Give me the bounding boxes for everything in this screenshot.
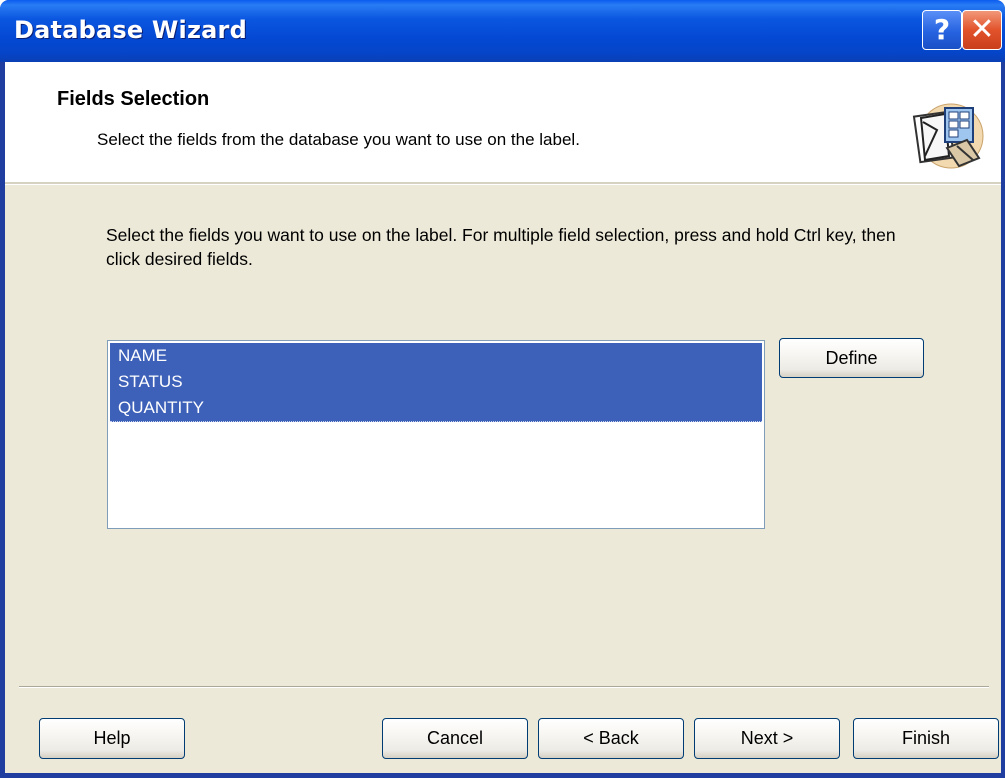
window-title: Database Wizard bbox=[14, 16, 247, 44]
list-item[interactable]: QUANTITY bbox=[110, 395, 762, 422]
help-button[interactable]: Help bbox=[39, 718, 185, 759]
title-bar[interactable]: Database Wizard ? ✕ bbox=[0, 0, 1005, 62]
list-item[interactable]: NAME bbox=[110, 343, 762, 369]
cancel-button[interactable]: Cancel bbox=[382, 718, 528, 759]
close-icon: ✕ bbox=[969, 12, 995, 47]
instruction-text: Select the fields you want to use on the… bbox=[106, 225, 896, 269]
list-item[interactable]: STATUS bbox=[110, 369, 762, 395]
footer-divider bbox=[19, 686, 989, 688]
help-title-button[interactable]: ? bbox=[922, 10, 962, 50]
define-button[interactable]: Define bbox=[779, 338, 924, 378]
database-wizard-window: Database Wizard ? ✕ Fields Selection Sel… bbox=[0, 0, 1005, 778]
wizard-header: Fields Selection Select the fields from … bbox=[5, 62, 1001, 182]
fields-listbox[interactable]: NAME STATUS QUANTITY bbox=[107, 340, 765, 529]
page-title: Fields Selection bbox=[57, 88, 210, 110]
question-icon: ? bbox=[933, 13, 951, 46]
next-button[interactable]: Next > bbox=[694, 718, 840, 759]
database-wizard-icon bbox=[912, 103, 984, 169]
page-subtitle: Select the fields from the database you … bbox=[97, 130, 580, 149]
finish-button[interactable]: Finish bbox=[853, 718, 999, 759]
header-divider bbox=[5, 182, 1001, 185]
back-button[interactable]: < Back bbox=[538, 718, 684, 759]
close-button[interactable]: ✕ bbox=[962, 10, 1002, 50]
